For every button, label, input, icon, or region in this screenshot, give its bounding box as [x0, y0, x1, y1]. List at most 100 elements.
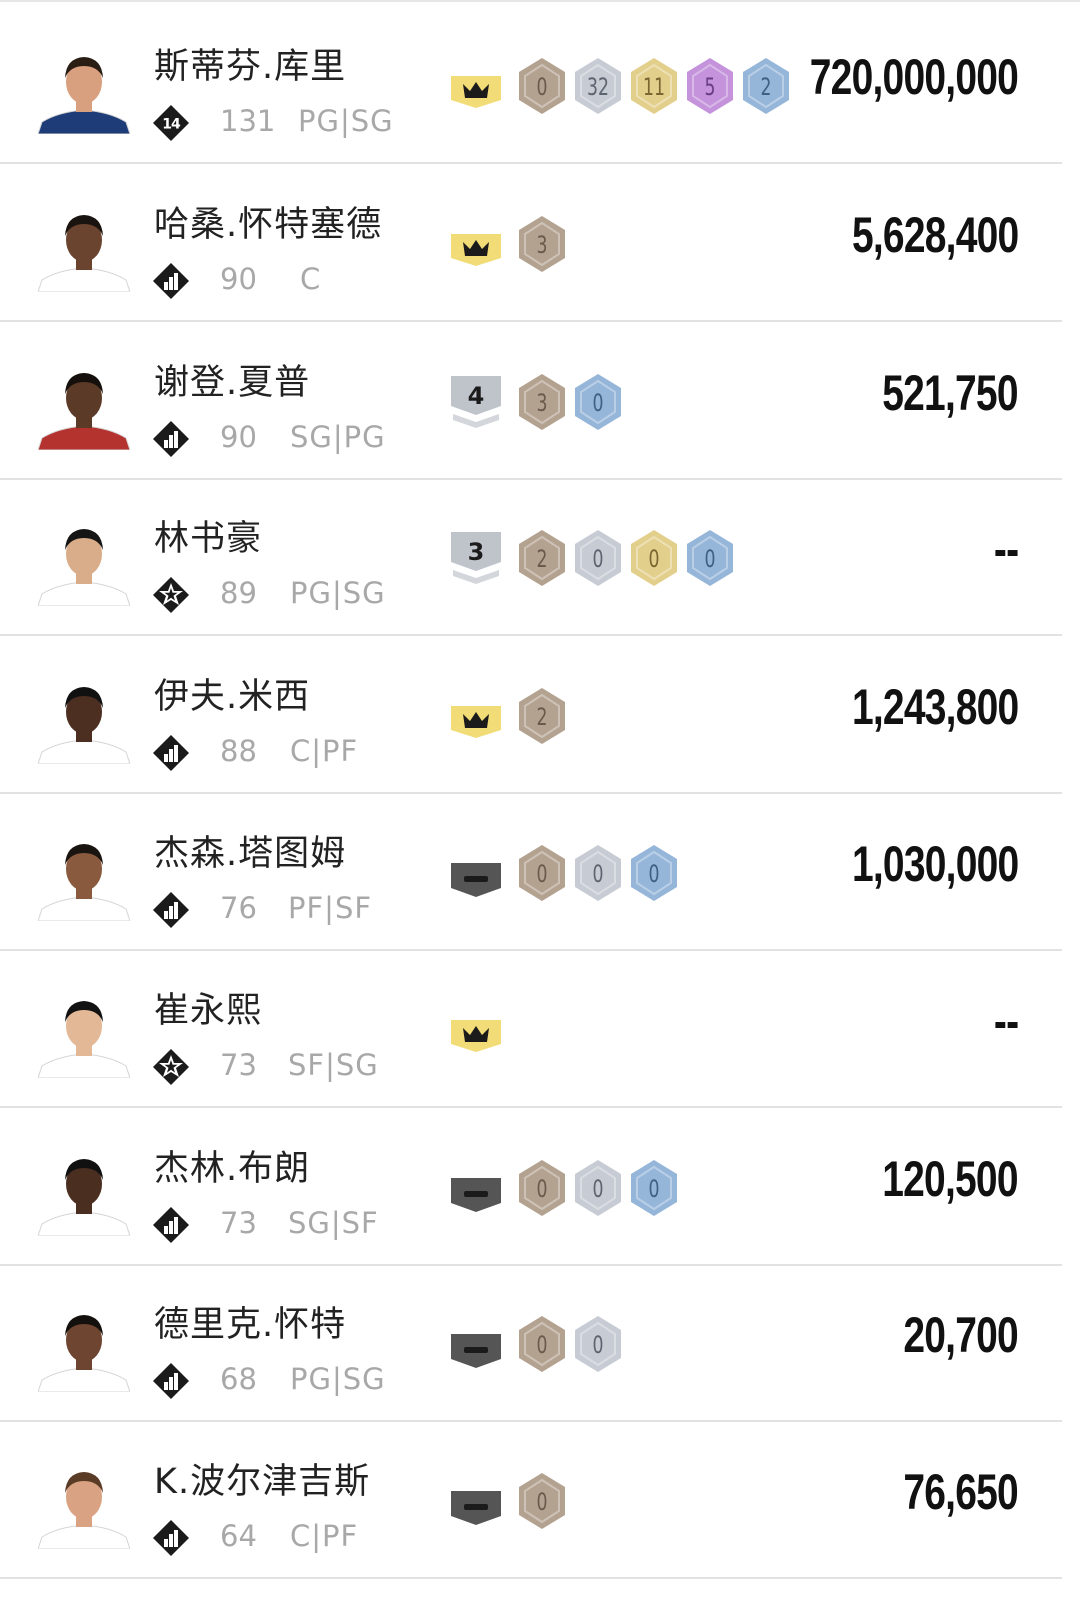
svg-text:2: 2	[537, 546, 548, 574]
player-row[interactable]: 林书豪 89 PG|SG 3 2 0 0 0 --	[0, 480, 1062, 636]
player-avatar	[38, 988, 130, 1078]
svg-text:3: 3	[537, 232, 548, 260]
svg-text:0: 0	[537, 1489, 548, 1517]
player-price: 1,243,800	[851, 679, 1019, 735]
player-ovr: 76	[220, 891, 257, 925]
player-row[interactable]: 伊夫.米西 88 C|PF 2 1,243,800	[0, 638, 1062, 794]
player-position: PG|SG	[298, 104, 394, 138]
silver-badge-icon: 0	[572, 1314, 624, 1374]
svg-text:2: 2	[761, 74, 772, 102]
bars-icon	[152, 1362, 190, 1400]
svg-text:5: 5	[705, 74, 716, 102]
bronze-badge-icon: 2	[516, 686, 568, 746]
svg-text:0: 0	[593, 861, 604, 889]
player-row[interactable]: 谢登.夏普 90 SG|PG 4 3 0 521,750	[0, 324, 1062, 480]
player-row[interactable]: 斯蒂芬.库里 14 131 PG|SG 0 32 11 5 2 720,000,000	[0, 8, 1062, 164]
silver-badge-icon: 0	[572, 843, 624, 903]
bronze-badge-icon: 0	[516, 56, 568, 116]
player-ovr: 88	[220, 734, 257, 768]
player-position: PG|SG	[290, 576, 386, 610]
player-row[interactable]: K.波尔津吉斯 64 C|PF 0 76,650	[0, 1423, 1062, 1579]
dash-tier-icon	[450, 1314, 502, 1374]
player-ovr: 73	[220, 1048, 257, 1082]
player-list: 斯蒂芬.库里 14 131 PG|SG 0 32 11 5 2 720,000,000 哈桑.怀特塞…	[0, 0, 1080, 1599]
player-avatar	[38, 674, 130, 764]
player-position: PG|SG	[290, 1362, 386, 1396]
svg-text:0: 0	[537, 1176, 548, 1204]
player-price: 720,000,000	[809, 49, 1019, 105]
player-price: 76,650	[903, 1464, 1018, 1520]
svg-text:0: 0	[593, 390, 604, 418]
bars-icon	[152, 420, 190, 458]
svg-text:0: 0	[537, 74, 548, 102]
player-position: PF|SF	[288, 891, 373, 925]
player-name: 伊夫.米西	[154, 677, 311, 717]
svg-text:4: 4	[468, 382, 485, 410]
tier-4-icon: 4	[450, 372, 502, 432]
silver-badge-icon: 32	[572, 56, 624, 116]
crown-icon	[450, 56, 502, 116]
player-price: 120,500	[882, 1151, 1018, 1207]
player-position: C|PF	[290, 1519, 359, 1553]
bronze-badge-icon: 0	[516, 843, 568, 903]
bars-icon	[152, 1519, 190, 1557]
player-name: 哈桑.怀特塞德	[154, 205, 383, 245]
player-avatar	[38, 44, 130, 134]
svg-text:11: 11	[643, 74, 665, 102]
diamond-badge-icon: 0	[628, 1158, 680, 1218]
player-name: 林书豪	[154, 519, 263, 559]
bronze-badge-icon: 0	[516, 1158, 568, 1218]
player-row[interactable]: 杰林.布朗 73 SG|SF 0 0 0 120,500	[0, 1110, 1062, 1266]
player-row[interactable]: 杰森.塔图姆 76 PF|SF 0 0 0 1,030,000	[0, 795, 1062, 951]
svg-text:14: 14	[162, 117, 181, 133]
player-avatar	[38, 202, 130, 292]
bronze-badge-icon: 3	[516, 372, 568, 432]
svg-text:0: 0	[649, 546, 660, 574]
dash-tier-icon	[450, 1158, 502, 1218]
svg-text:32: 32	[587, 74, 609, 102]
player-avatar	[38, 1302, 130, 1392]
crown-icon	[450, 1000, 502, 1060]
player-position: SG|PG	[290, 420, 386, 454]
player-row[interactable]: 崔永熙 73 SF|SG --	[0, 952, 1062, 1108]
bronze-badge-icon: 0	[516, 1471, 568, 1531]
player-ovr: 131	[220, 104, 276, 138]
player-row[interactable]: 德里克.怀特 68 PG|SG 0 0 20,700	[0, 1266, 1062, 1422]
gold-badge-icon: 11	[628, 56, 680, 116]
player-name: 谢登.夏普	[154, 363, 311, 403]
svg-text:0: 0	[593, 546, 604, 574]
player-name: 崔永熙	[154, 991, 263, 1031]
diamond-badge-icon: 2	[740, 56, 792, 116]
svg-text:3: 3	[468, 538, 485, 566]
amethyst-badge-icon: 5	[684, 56, 736, 116]
svg-text:0: 0	[593, 1176, 604, 1204]
bronze-badge-icon: 2	[516, 528, 568, 588]
player-price: --	[993, 993, 1019, 1049]
player-price: 1,030,000	[851, 836, 1019, 892]
svg-text:0: 0	[649, 861, 660, 889]
bars-icon	[152, 262, 190, 300]
silver-badge-icon: 0	[572, 528, 624, 588]
svg-text:2: 2	[537, 704, 548, 732]
svg-text:0: 0	[649, 1176, 660, 1204]
bars-icon	[152, 734, 190, 772]
player-price: --	[993, 521, 1019, 577]
player-price: 5,628,400	[851, 207, 1019, 263]
bronze-badge-icon: 0	[516, 1314, 568, 1374]
star-icon	[152, 576, 190, 614]
svg-text:3: 3	[537, 390, 548, 418]
player-row[interactable]: 哈桑.怀特塞德 90 C 3 5,628,400	[0, 166, 1062, 322]
player-position: C|PF	[290, 734, 359, 768]
dash-tier-icon	[450, 1471, 502, 1531]
diamond-badge-icon: 0	[628, 843, 680, 903]
svg-text:0: 0	[537, 861, 548, 889]
player-avatar	[38, 831, 130, 921]
player-price: 521,750	[882, 365, 1018, 421]
player-ovr: 90	[220, 420, 257, 454]
player-name: 杰林.布朗	[154, 1149, 311, 1189]
tier-3-icon: 3	[450, 528, 502, 588]
gold-badge-icon: 0	[628, 528, 680, 588]
dash-tier-icon	[450, 843, 502, 903]
svg-text:0: 0	[537, 1332, 548, 1360]
player-name: 德里克.怀特	[154, 1305, 347, 1345]
